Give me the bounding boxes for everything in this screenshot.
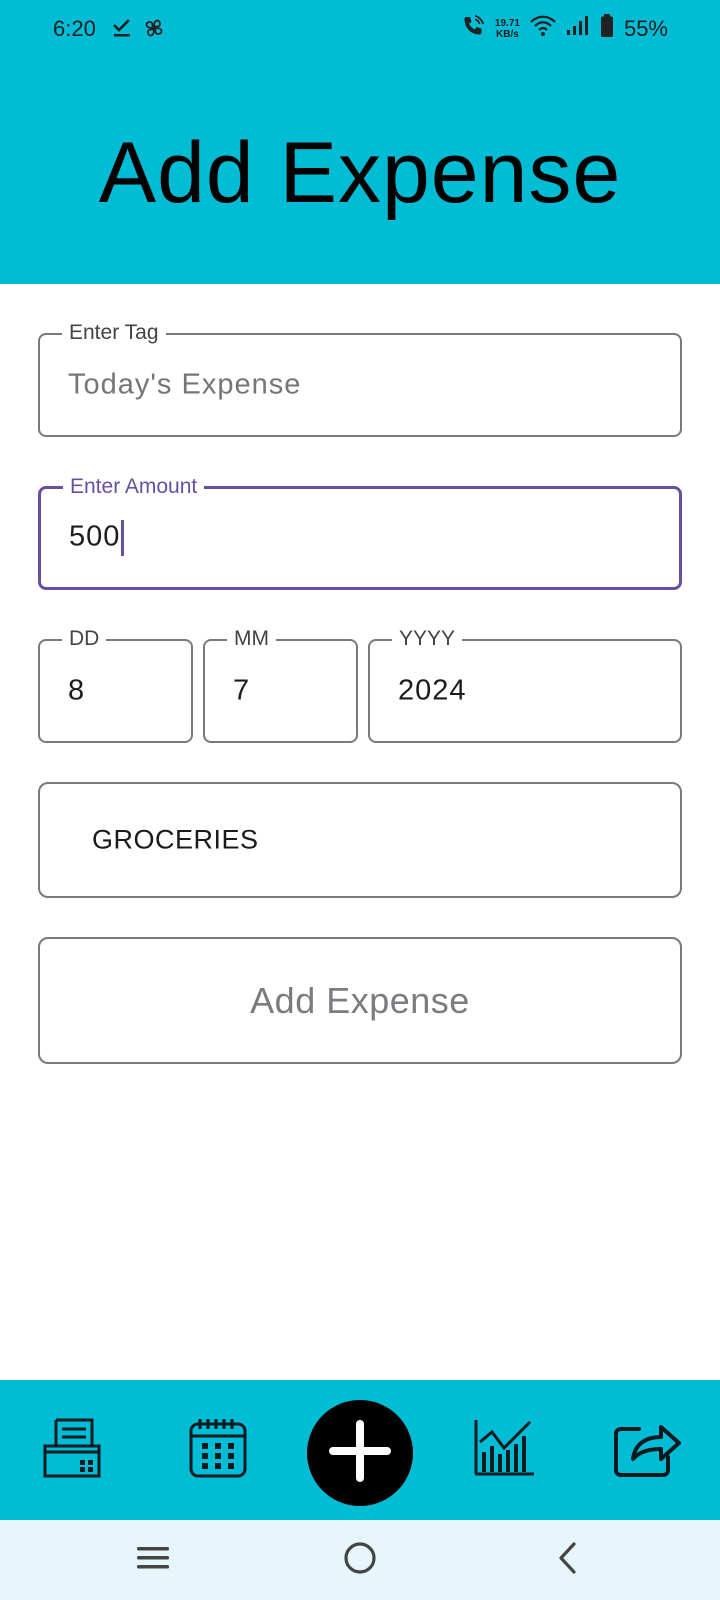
- page-title: Add Expense: [98, 125, 622, 221]
- tag-input[interactable]: [68, 368, 628, 402]
- network-speed-unit: KB/s: [496, 29, 519, 40]
- system-menu-button[interactable]: [113, 1520, 193, 1600]
- year-value: 2024: [398, 674, 467, 707]
- amount-value: 500: [69, 520, 121, 553]
- wifi-icon: [530, 15, 556, 43]
- calendar-icon: [188, 1416, 248, 1485]
- day-field-label: DD: [62, 627, 107, 651]
- network-speed: 19.71 KB/s: [495, 18, 520, 40]
- signal-icon: [566, 15, 590, 43]
- expense-list-icon: [42, 1416, 102, 1485]
- tag-field[interactable]: Enter Tag: [38, 321, 682, 437]
- battery-percent: 55%: [623, 16, 668, 41]
- amount-field-label: Enter Amount: [63, 475, 205, 499]
- month-field-label: MM: [227, 627, 276, 651]
- day-value: 8: [68, 674, 86, 707]
- pinwheel-icon: [142, 16, 166, 46]
- add-icon: [325, 1416, 395, 1491]
- header: 6:20 19.71 KB/s 55% Add Expense: [0, 0, 720, 284]
- share-export-icon: [613, 1417, 683, 1484]
- month-field[interactable]: MM 7: [203, 627, 358, 743]
- nav-expense-list[interactable]: [30, 1380, 114, 1520]
- add-expense-button[interactable]: Add Expense: [38, 937, 682, 1064]
- tag-field-label: Enter Tag: [62, 321, 166, 345]
- wifi-call-icon: [461, 14, 485, 44]
- system-back-button[interactable]: [527, 1520, 607, 1600]
- text-cursor: [121, 520, 125, 556]
- nav-add-button[interactable]: [307, 1400, 413, 1506]
- status-left-icons: [110, 16, 166, 46]
- add-expense-button-label: Add Expense: [250, 979, 470, 1021]
- system-home-button[interactable]: [320, 1520, 400, 1600]
- year-field[interactable]: YYYY 2024: [368, 627, 682, 743]
- status-right: 19.71 KB/s 55%: [461, 14, 668, 44]
- add-expense-screen: 6:20 19.71 KB/s 55% Add Expense Enter Ta…: [0, 0, 720, 1600]
- amount-field[interactable]: Enter Amount 500: [38, 475, 682, 590]
- status-bar: 6:20 19.71 KB/s 55%: [0, 0, 720, 62]
- nav-stats[interactable]: [462, 1380, 546, 1520]
- stats-chart-icon: [472, 1418, 536, 1483]
- home-icon: [343, 1541, 377, 1580]
- nav-calendar[interactable]: [176, 1380, 260, 1520]
- network-speed-value: 19.71: [494, 18, 520, 29]
- status-time: 6:20: [53, 16, 96, 41]
- month-value: 7: [233, 674, 251, 707]
- nav-share[interactable]: [606, 1380, 690, 1520]
- category-selector[interactable]: GROCERIES: [38, 782, 682, 898]
- system-nav-bar: [0, 1520, 720, 1600]
- day-field[interactable]: DD 8: [38, 627, 193, 743]
- category-selected: GROCERIES: [92, 824, 259, 855]
- bottom-nav: [0, 1380, 720, 1520]
- year-field-label: YYYY: [392, 627, 463, 651]
- battery-icon: [600, 14, 614, 44]
- amount-input[interactable]: 500: [69, 520, 125, 556]
- back-icon: [555, 1541, 579, 1580]
- check-download-icon: [112, 16, 132, 46]
- menu-icon: [136, 1544, 170, 1577]
